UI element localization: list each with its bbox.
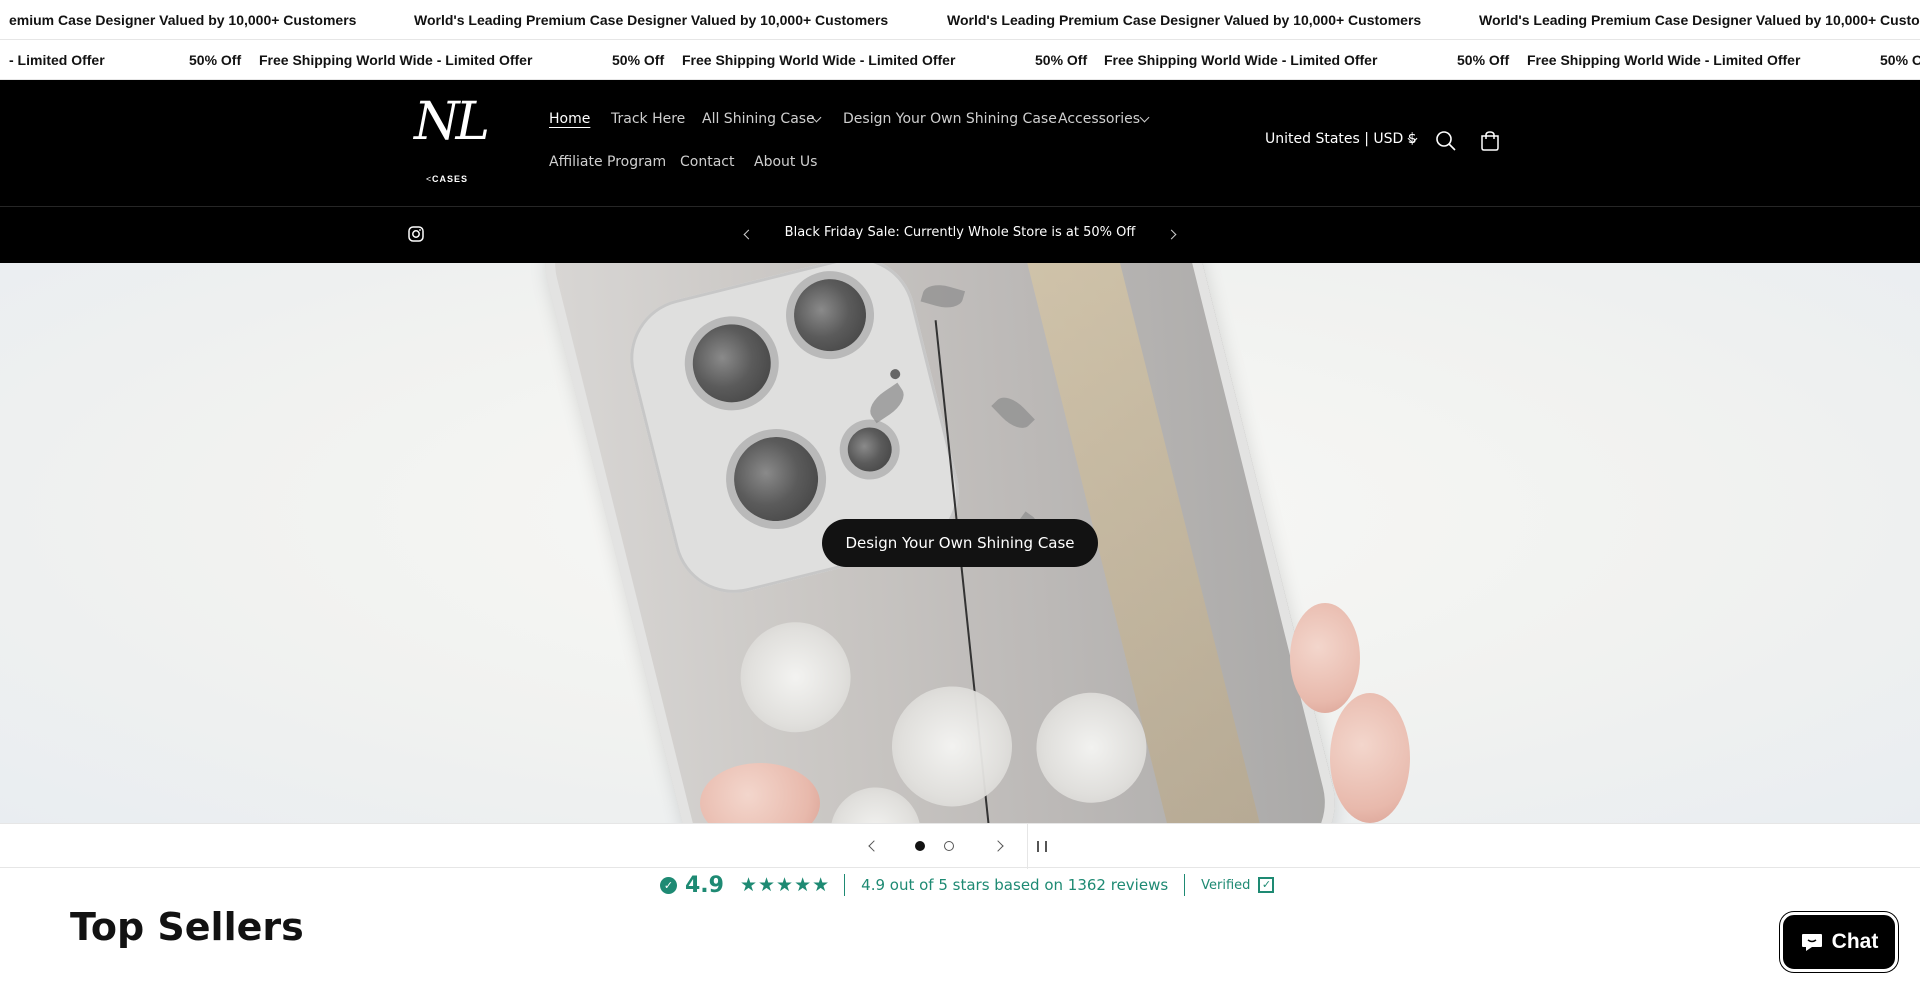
- nav-design[interactable]: Design Your Own Shining Case: [843, 111, 1057, 127]
- site-header: NL < CASES Home Track Here All Shining C…: [0, 80, 1920, 207]
- marquee-text: - Limited Offer: [9, 51, 105, 68]
- star-rating: ★★★★★: [739, 874, 831, 896]
- slideshow-controls: [0, 823, 1920, 869]
- hand-finger: [1290, 603, 1360, 713]
- marquee-text: 50% Off: [1457, 51, 1510, 68]
- nav-accessories[interactable]: Accessories: [1058, 111, 1140, 127]
- marquee-text: Free Shipping World Wide - Limited Offer: [1104, 51, 1378, 68]
- marquee-customers: emium Case Designer Valued by 10,000+ Cu…: [0, 0, 1920, 40]
- slide-next-button[interactable]: [992, 840, 1004, 852]
- marquee-text: 50% Off: [1035, 51, 1088, 68]
- camera-lens: [725, 428, 827, 530]
- marquee-text: World's Leading Premium Case Designer Va…: [947, 11, 1422, 28]
- cart-icon[interactable]: [1478, 129, 1504, 155]
- camera-lens: [684, 316, 780, 411]
- marquee-text: Free Shipping World Wide - Limited Offer: [1527, 51, 1801, 68]
- nav-home[interactable]: Home: [549, 111, 590, 127]
- marquee-text: emium Case Designer Valued by 10,000+ Cu…: [9, 11, 357, 28]
- reviews-badge[interactable]: ✓ 4.9 ★★★★★ 4.9 out of 5 stars based on …: [660, 872, 1275, 898]
- nav-about[interactable]: About Us: [754, 154, 817, 170]
- pause-icon[interactable]: [1037, 841, 1047, 852]
- chat-button[interactable]: Chat: [1780, 912, 1898, 972]
- logo-glyph: <: [426, 174, 432, 184]
- marquee-text: 50% Off: [612, 51, 665, 68]
- locale-selector[interactable]: United States | USD $: [1265, 131, 1417, 147]
- chevron-down-icon: [1139, 112, 1150, 123]
- design-cta-button[interactable]: Design Your Own Shining Case: [822, 519, 1098, 567]
- hand-finger: [1330, 693, 1410, 823]
- divider: [1027, 824, 1028, 869]
- marquee-offers: - Limited Offer 50% Off Free Shipping Wo…: [0, 40, 1920, 80]
- nav-contact[interactable]: Contact: [680, 154, 734, 170]
- orchid-flower: [728, 610, 863, 744]
- leaf: [920, 280, 966, 313]
- locale-label: United States | USD $: [1265, 131, 1417, 147]
- marquee-text: 50% Off: [1880, 51, 1920, 68]
- divider: [844, 874, 846, 896]
- announcement-bar: Black Friday Sale: Currently Whole Store…: [0, 207, 1920, 263]
- slide-dot[interactable]: [915, 841, 925, 851]
- slide-prev-button[interactable]: [868, 840, 880, 852]
- leaf: [991, 390, 1035, 435]
- nav-track[interactable]: Track Here: [611, 111, 685, 127]
- search-icon[interactable]: [1434, 129, 1460, 155]
- camera-lens: [843, 422, 897, 477]
- chat-label: Chat: [1831, 930, 1879, 953]
- camera-lens: [786, 271, 874, 359]
- camera-flash: [889, 368, 902, 381]
- nav-affiliate[interactable]: Affiliate Program: [549, 154, 666, 170]
- marquee-text: Free Shipping World Wide - Limited Offer: [682, 51, 956, 68]
- chat-icon: [1801, 934, 1822, 951]
- logo-subtitle: CASES: [432, 174, 469, 184]
- verified-label: Verified: [1201, 877, 1251, 893]
- logo-mark: NL: [414, 92, 490, 152]
- rating-score: 4.9: [685, 872, 724, 898]
- check-circle-icon: ✓: [660, 876, 677, 894]
- marquee-text: World's Leading Premium Case Designer Va…: [1479, 11, 1920, 28]
- hero-banner: Design Your Own Shining Case: [0, 263, 1920, 823]
- marquee-text: 50% Off: [189, 51, 242, 68]
- marquee-text: World's Leading Premium Case Designer Va…: [414, 11, 889, 28]
- section-title: Top Sellers: [70, 905, 304, 949]
- logo[interactable]: NL < CASES: [410, 92, 510, 184]
- announcement-text: Black Friday Sale: Currently Whole Store…: [784, 225, 1136, 240]
- verified-check-icon: ✓: [1258, 877, 1275, 893]
- nav-all-cases[interactable]: All Shining Case: [702, 111, 815, 127]
- slide-dot[interactable]: [944, 841, 954, 851]
- rating-summary: 4.9 out of 5 stars based on 1362 reviews: [861, 876, 1169, 894]
- divider: [1184, 874, 1186, 896]
- marquee-text: Free Shipping World Wide - Limited Offer: [259, 51, 533, 68]
